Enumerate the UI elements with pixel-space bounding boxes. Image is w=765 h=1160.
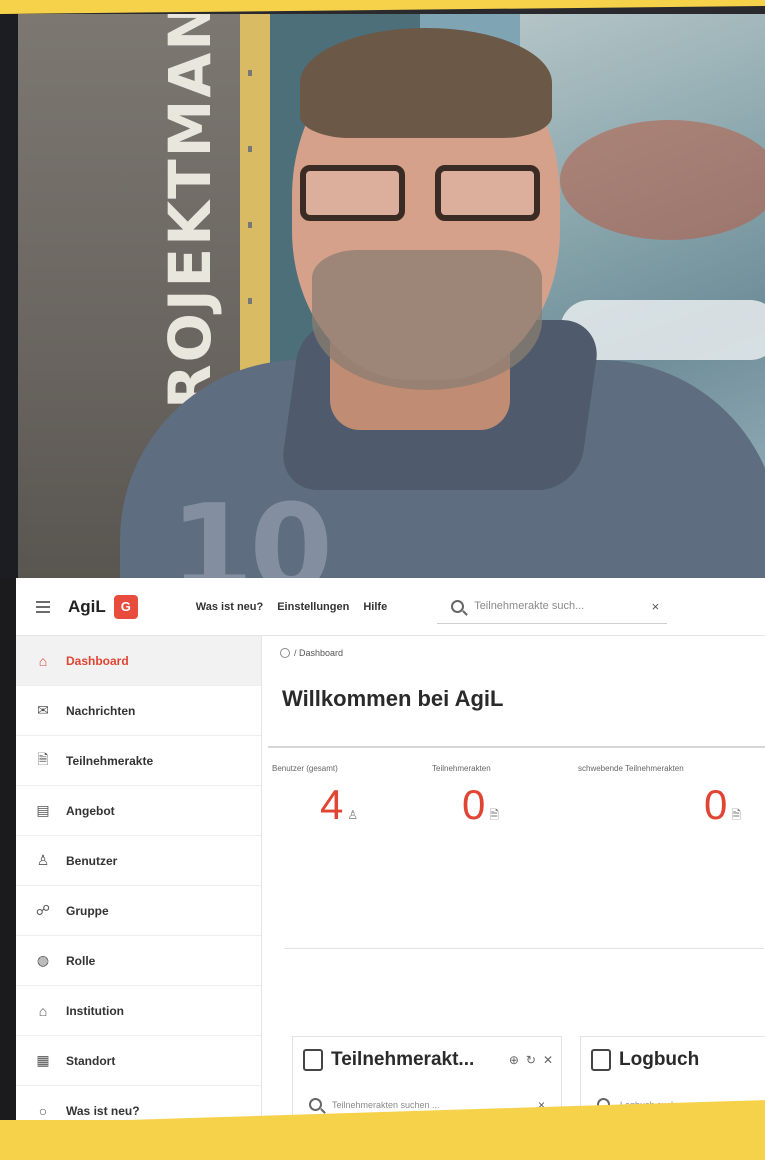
location-icon: ▦: [36, 1052, 50, 1068]
portrait-photo: ROJEKTMAN 10: [0, 0, 765, 578]
top-nav: Was ist neu? Einstellungen Hilfe: [196, 601, 387, 613]
stat-pending-files: schwebende Teilnehmerakten 0 🗎: [578, 764, 741, 829]
add-icon[interactable]: ⊕: [509, 1053, 519, 1067]
user-icon: ♙: [36, 852, 50, 868]
search-placeholder: Teilnehmerakten suchen ...: [332, 1099, 440, 1110]
sidebar: ⌂ Dashboard ✉ Nachrichten 🗎 Teilnehmerak…: [16, 636, 262, 1138]
glasses-lens: [435, 165, 540, 221]
file-icon: 🗎: [37, 750, 49, 767]
user-icon: ♙: [347, 808, 359, 822]
nav-whats-new[interactable]: Was ist neu?: [196, 601, 263, 613]
global-search-input[interactable]: Teilnehmerakte such... ×: [437, 590, 668, 624]
home-icon[interactable]: [280, 648, 290, 658]
divider: [284, 948, 764, 949]
file-icon: 🗎: [489, 808, 500, 822]
sidebar-item-label: Institution: [66, 1003, 124, 1018]
mail-icon: ✉: [37, 702, 49, 718]
close-icon[interactable]: ✕: [543, 1053, 553, 1067]
file-icon: 🗎: [731, 808, 742, 822]
whats-new-icon: ○: [38, 1102, 48, 1119]
stat-value: 0: [462, 781, 486, 828]
sidebar-item-gruppe[interactable]: ☍ Gruppe: [16, 886, 261, 936]
card-title: Logbuch: [619, 1049, 700, 1070]
hair: [300, 28, 552, 138]
stat-value: 0: [704, 781, 728, 828]
search-icon: [451, 599, 465, 613]
sidebar-item-label: Teilnehmerakte: [66, 753, 154, 768]
stat-participant-files: Teilnehmerakten 0 🗎: [432, 764, 499, 829]
glasses-lens: [300, 165, 405, 221]
sidebar-item-standort[interactable]: ▦ Standort: [16, 1036, 261, 1086]
glasses: [300, 165, 550, 225]
breadcrumb-text[interactable]: / Dashboard: [294, 648, 343, 658]
breadcrumb: / Dashboard: [280, 648, 343, 658]
sidebar-item-rolle[interactable]: ◍ Rolle: [16, 936, 261, 986]
sidebar-item-label: Benutzer: [66, 853, 118, 868]
stat-label: Teilnehmerakten: [432, 764, 491, 773]
stats-row: Benutzer (gesamt) 4 ♙ Teilnehmerakten 0 🗎 …: [262, 764, 765, 944]
magazine-page: ROJEKTMAN 10 AgiL G Was ist neu? Einstel…: [0, 0, 765, 1160]
shirt-print: 10: [170, 480, 333, 578]
stat-value: 4: [320, 781, 344, 828]
nav-settings[interactable]: Einstellungen: [277, 601, 349, 613]
app-screenshot: AgiL G Was ist neu? Einstellungen Hilfe …: [16, 578, 765, 1138]
brand-logo-icon: G: [113, 594, 138, 619]
search-icon: [309, 1098, 322, 1111]
sidebar-item-label: Was ist neu?: [66, 1103, 140, 1118]
sidebar-item-institution[interactable]: ⌂ Institution: [16, 986, 261, 1036]
brand-name[interactable]: AgiL: [68, 597, 106, 617]
top-yellow-band: [0, 0, 765, 14]
background-shape: [560, 120, 765, 240]
sidebar-item-label: Dashboard: [66, 653, 129, 668]
home-icon: ⌂: [38, 652, 48, 669]
nav-help[interactable]: Hilfe: [363, 601, 387, 613]
offer-icon: ▤: [36, 802, 50, 818]
page-title: Willkommen bei AgiL: [282, 686, 504, 711]
sidebar-item-label: Standort: [66, 1053, 116, 1068]
card-header: Teilnehmerakt... ⊕ ↻ ✕: [293, 1037, 561, 1083]
code-editor-strip: [0, 0, 18, 578]
app-topbar: AgiL G Was ist neu? Einstellungen Hilfe …: [16, 578, 765, 636]
stat-label: schwebende Teilnehmerakten: [578, 764, 684, 773]
main-content: / Dashboard Willkommen bei AgiL Benutzer…: [262, 636, 765, 1138]
sidebar-item-angebot[interactable]: ▤ Angebot: [16, 786, 261, 836]
search-placeholder: Teilnehmerakte such...: [474, 600, 585, 612]
stat-label: Benutzer (gesamt): [272, 764, 338, 773]
clear-search-icon[interactable]: ×: [652, 599, 660, 614]
logbook-icon: [591, 1049, 611, 1071]
refresh-icon[interactable]: ↻: [526, 1053, 536, 1067]
group-icon: ☍: [35, 902, 51, 918]
divider: [268, 746, 765, 748]
institution-icon: ⌂: [38, 1002, 48, 1019]
sidebar-item-benutzer[interactable]: ♙ Benutzer: [16, 836, 261, 886]
sidebar-item-label: Rolle: [66, 953, 96, 968]
card-header: Logbuch: [581, 1037, 765, 1083]
sidebar-item-label: Angebot: [66, 803, 115, 818]
menu-icon[interactable]: [36, 600, 50, 613]
sidebar-item-dashboard[interactable]: ⌂ Dashboard: [16, 636, 261, 686]
sidebar-item-nachrichten[interactable]: ✉ Nachrichten: [16, 686, 261, 736]
beard: [312, 250, 542, 390]
sidebar-item-label: Nachrichten: [66, 703, 136, 718]
card-actions: ⊕ ↻ ✕: [509, 1053, 553, 1067]
bottom-yellow-band: [0, 1120, 765, 1160]
poster-text: ROJEKTMAN: [156, 0, 224, 410]
sidebar-item-teilnehmerakte[interactable]: 🗎 Teilnehmerakte: [16, 736, 261, 786]
sidebar-item-label: Gruppe: [66, 903, 109, 918]
role-icon: ◍: [36, 952, 50, 968]
card-title: Teilnehmerakt...: [331, 1049, 475, 1070]
stat-users: Benutzer (gesamt) 4 ♙: [272, 764, 358, 829]
file-icon: [303, 1049, 323, 1071]
